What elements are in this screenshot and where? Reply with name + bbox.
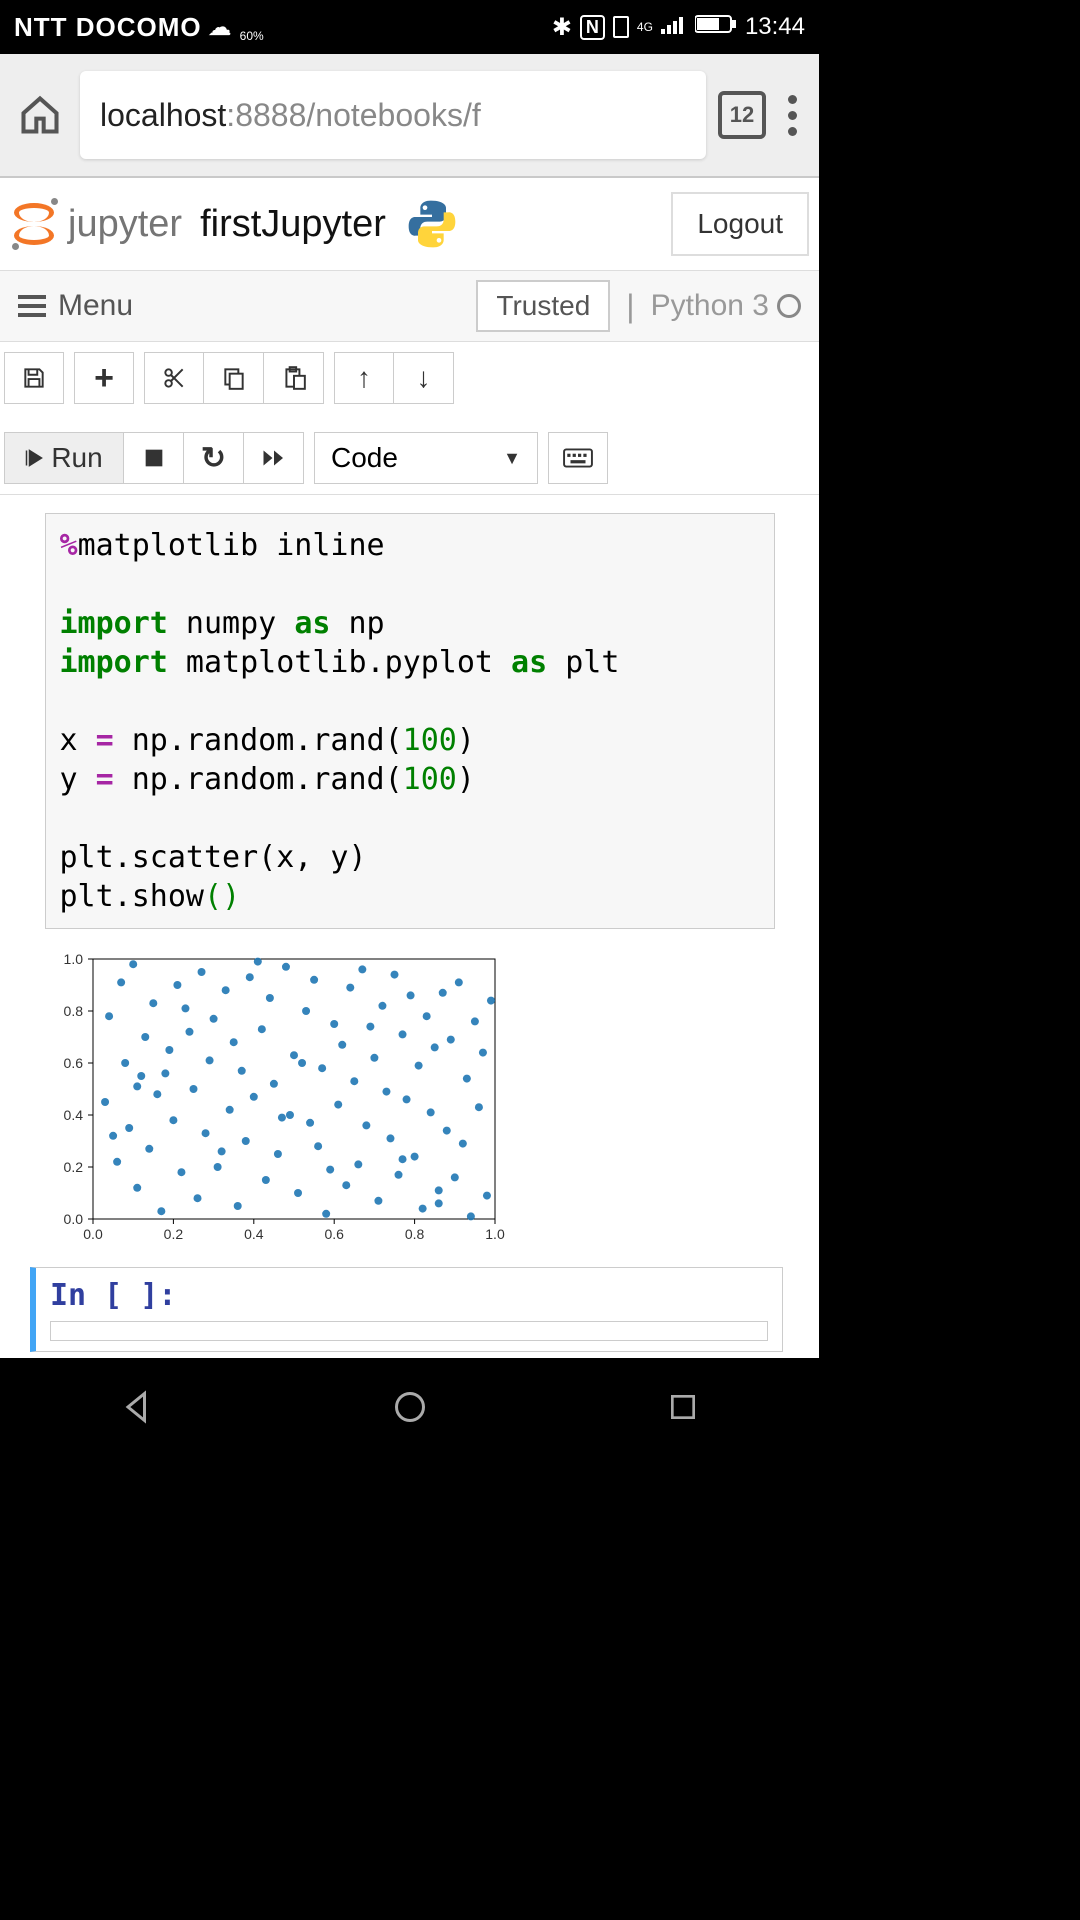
browser-bar: localhost:8888/notebooks/f 12 <box>0 54 819 178</box>
move-up-button[interactable]: ↑ <box>334 352 394 404</box>
svg-text:0.4: 0.4 <box>63 1107 83 1123</box>
svg-text:0.2: 0.2 <box>63 1159 83 1175</box>
status-bar: NTT DOCOMO ☁ 60% ✱ N 4G 13:44 <box>0 0 819 54</box>
jupyter-logo[interactable]: jupyter <box>10 200 182 248</box>
android-nav-bar <box>0 1358 819 1456</box>
kernel-indicator[interactable]: Python 3 <box>651 289 801 323</box>
empty-code-cell[interactable]: In [ ]: <box>30 1267 783 1352</box>
run-button[interactable]: Run <box>4 432 124 484</box>
vibrate-icon <box>613 16 629 38</box>
paste-button[interactable] <box>264 352 324 404</box>
dropdown-icon: ▼ <box>503 448 521 469</box>
svg-text:0.6: 0.6 <box>63 1055 83 1071</box>
code-input[interactable]: %matplotlib inline import numpy as np im… <box>45 513 775 929</box>
restart-button[interactable]: ↻ <box>184 432 244 484</box>
move-down-button[interactable]: ↓ <box>394 352 454 404</box>
notebook-title[interactable]: firstJupyter <box>200 203 386 246</box>
svg-text:1.0: 1.0 <box>485 1226 505 1242</box>
code-cell[interactable]: %matplotlib inline import numpy as np im… <box>45 513 775 1249</box>
recents-button[interactable] <box>662 1386 704 1428</box>
cut-button[interactable] <box>144 352 204 404</box>
battery-icon <box>695 13 737 41</box>
scatter-plot-output: 0.0 0.2 0.4 0.6 0.8 1.0 0.0 0.2 0.4 0.6 0.8 1.0 <box>45 949 775 1249</box>
save-button[interactable] <box>4 352 64 404</box>
svg-text:0.0: 0.0 <box>63 1211 83 1227</box>
svg-text:0.8: 0.8 <box>404 1226 424 1242</box>
toolbar: + ↑ ↓ Run <box>0 342 819 495</box>
svg-text:0.6: 0.6 <box>324 1226 344 1242</box>
notebook-header: jupyter firstJupyter Logout <box>0 178 819 270</box>
svg-text:0.0: 0.0 <box>83 1226 103 1242</box>
url-host: localhost <box>100 97 226 134</box>
copy-button[interactable] <box>204 352 264 404</box>
overflow-menu-button[interactable] <box>778 85 807 146</box>
weather-icon: ☁ <box>208 13 232 42</box>
carrier-label: NTT DOCOMO <box>14 12 202 43</box>
home-nav-button[interactable] <box>389 1386 431 1428</box>
home-button[interactable] <box>12 87 68 143</box>
svg-text:0.8: 0.8 <box>63 1003 83 1019</box>
cell-prompt: In [ ]: <box>50 1278 768 1313</box>
svg-text:0.4: 0.4 <box>244 1226 264 1242</box>
nfc-icon: N <box>580 15 605 40</box>
svg-text:0.2: 0.2 <box>163 1226 183 1242</box>
menu-button[interactable]: Menu <box>18 289 133 323</box>
address-bar[interactable]: localhost:8888/notebooks/f <box>80 71 706 159</box>
interrupt-button[interactable] <box>124 432 184 484</box>
network-icon: 4G <box>637 20 653 34</box>
trusted-button[interactable]: Trusted <box>476 280 610 332</box>
back-button[interactable] <box>116 1386 158 1428</box>
add-cell-button[interactable]: + <box>74 352 134 404</box>
url-rest: :8888/notebooks/f <box>226 97 480 134</box>
bluetooth-icon: ✱ <box>552 13 572 42</box>
menubar: Menu Trusted | Python 3 <box>0 270 819 342</box>
svg-text:1.0: 1.0 <box>63 951 83 967</box>
celltype-select[interactable]: Code ▼ <box>314 432 538 484</box>
signal-icon <box>661 13 687 41</box>
hamburger-icon <box>18 295 46 317</box>
command-palette-button[interactable] <box>548 432 608 484</box>
clock-label: 13:44 <box>745 13 805 41</box>
kernel-idle-icon <box>777 294 801 318</box>
logout-button[interactable]: Logout <box>671 192 809 256</box>
weather-percent: 60% <box>240 29 264 43</box>
python-icon <box>404 196 460 252</box>
restart-run-all-button[interactable] <box>244 432 304 484</box>
tabs-button[interactable]: 12 <box>718 91 766 139</box>
empty-code-input[interactable] <box>50 1321 768 1341</box>
